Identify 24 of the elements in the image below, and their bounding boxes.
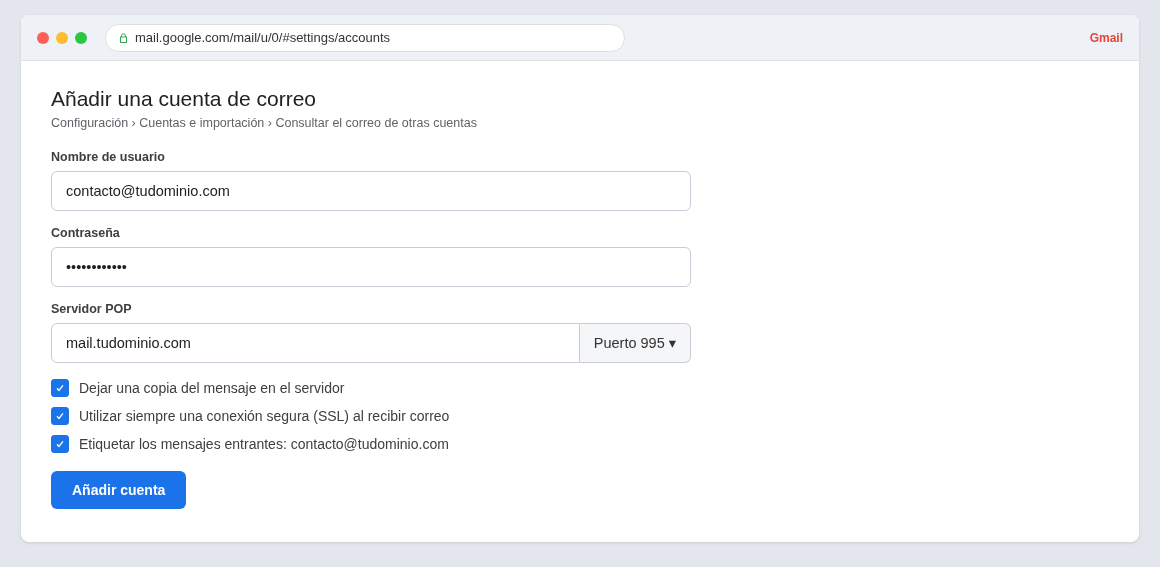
field-label: Servidor POP <box>51 302 133 316</box>
check-icon <box>55 439 65 449</box>
breadcrumb: Configuración › Cuentas e importación › Consultar el correo de otras cuentas <box>51 116 478 130</box>
checkbox-label: Etiquetar los mensajes entrantes: contacto@tudominio.com <box>79 436 449 452</box>
input-field[interactable]: mail.tudominio.com <box>51 323 580 363</box>
checkbox-label: Dejar una copia del mensaje en el servidor <box>79 380 345 396</box>
field-label: Contraseña <box>51 226 121 240</box>
check-icon <box>55 383 65 393</box>
url-text: mail.google.com/mail/u/0/#settings/accounts <box>135 30 391 45</box>
brand-name: Gmail <box>1089 30 1123 45</box>
add-account-button[interactable]: Añadir cuenta <box>51 471 187 509</box>
close-icon[interactable] <box>37 31 49 44</box>
field-label: Nombre de usuario <box>51 150 166 164</box>
input-field[interactable]: •••••••••••• <box>51 247 691 287</box>
checkbox-label: Utilizar siempre una conexión segura (SSL) al recibir correo <box>79 408 450 424</box>
input-field[interactable]: contacto@tudominio.com <box>51 171 691 211</box>
lock-icon <box>120 32 127 43</box>
address-bar[interactable]: mail.google.com/mail/u/0/#settings/accounts <box>105 23 625 52</box>
check-icon <box>55 411 65 421</box>
checkbox[interactable] <box>51 407 69 425</box>
port-dropdown[interactable]: Puerto 995 ▾ <box>579 323 691 363</box>
checkbox[interactable] <box>51 435 69 453</box>
checkbox[interactable] <box>51 379 69 397</box>
page-title: Añadir una cuenta de correo <box>51 87 317 111</box>
